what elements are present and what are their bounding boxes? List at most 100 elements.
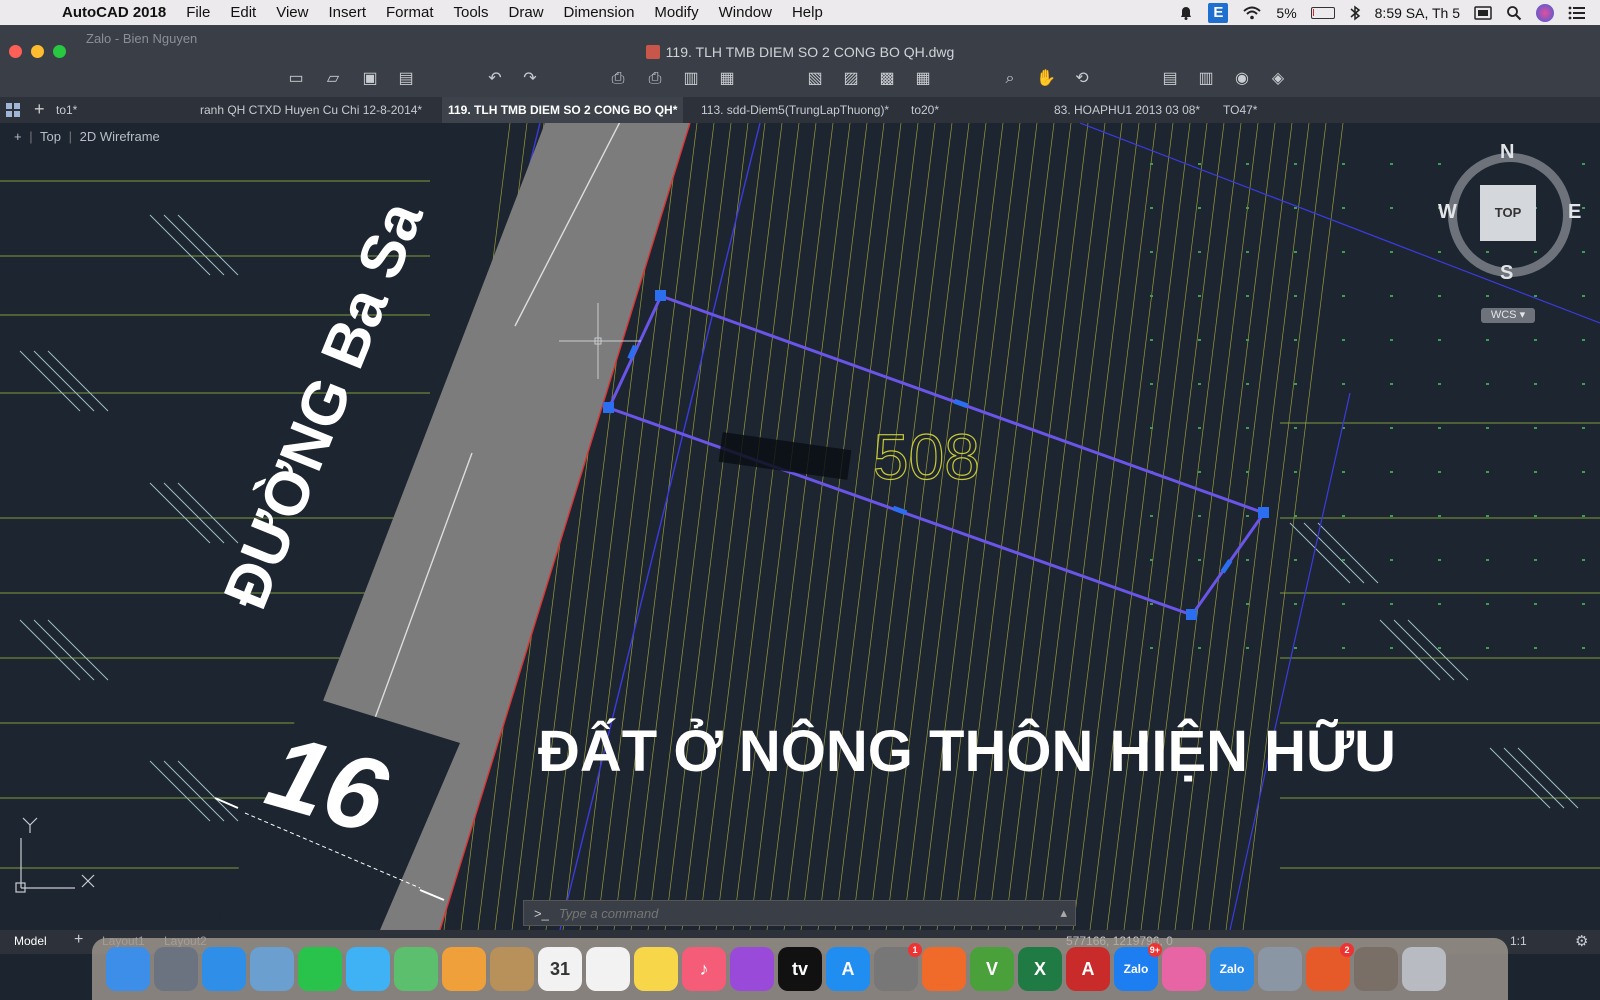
layer-isolate-icon[interactable]: ▥	[1196, 69, 1216, 89]
save-icon[interactable]: ▣	[360, 69, 380, 89]
compass-east[interactable]: E	[1568, 201, 1581, 224]
save-as-icon[interactable]: ▤	[396, 69, 416, 89]
dock-app-reminders-icon[interactable]	[586, 947, 630, 991]
dock-app-contacts-icon[interactable]	[490, 947, 534, 991]
tab-sdd-diem5[interactable]: 113. sdd-Diem5(TrungLapThuong)*	[701, 97, 889, 123]
drawing-viewport[interactable]: 508 16 ĐƯỜNG Ba Sa ĐẤT Ở NÔNG THÔN HIỆN …	[0, 123, 1600, 930]
layer-state-icon[interactable]: ◉	[1232, 69, 1252, 89]
siri-icon[interactable]	[1536, 3, 1554, 22]
dock-app-facetime-icon[interactable]	[298, 947, 342, 991]
grip-bottom-right[interactable]	[1186, 609, 1197, 620]
input-source-icon[interactable]: E	[1208, 2, 1229, 23]
tab-ranh-qh[interactable]: ranh QH CTXD Huyen Cu Chi 12-8-2014*	[200, 97, 422, 123]
dock-app-excel-icon[interactable]: X	[1018, 947, 1062, 991]
menu-format[interactable]: Format	[376, 4, 444, 21]
dock-app-system-preferences-icon[interactable]: 1	[874, 943, 922, 991]
menu-window[interactable]: Window	[709, 4, 782, 21]
menu-dimension[interactable]: Dimension	[554, 4, 645, 21]
visual-style-label[interactable]: 2D Wireframe	[80, 129, 160, 144]
dock-app-screen-icon[interactable]	[1162, 947, 1206, 991]
dock-app-finder-icon[interactable]	[106, 947, 150, 991]
undo-icon[interactable]: ↶	[485, 69, 505, 89]
plot-preview-icon[interactable]: ▥	[681, 69, 701, 89]
tab-grid-menu-icon[interactable]	[6, 103, 20, 117]
tool-palettes-icon[interactable]: ▦	[913, 69, 933, 89]
compass-south[interactable]: S	[1500, 262, 1513, 285]
grip-bottom-left[interactable]	[603, 402, 614, 413]
spotlight-search-icon[interactable]	[1506, 5, 1522, 21]
notification-bell-icon[interactable]	[1178, 5, 1194, 21]
dock-app-safari-icon[interactable]	[202, 947, 246, 991]
pan-hand-icon[interactable]: ✋	[1036, 69, 1056, 89]
dock-app-messages-icon[interactable]	[346, 947, 390, 991]
dock-app-app-store-icon[interactable]: A	[826, 947, 870, 991]
grip-top-left[interactable]	[655, 290, 666, 301]
dock-app-autocad-icon[interactable]: A	[1066, 947, 1110, 991]
grip-mid-top[interactable]	[953, 398, 969, 409]
dock-app-calendar-icon[interactable]: 31	[538, 947, 582, 991]
wifi-icon[interactable]	[1242, 5, 1262, 21]
new-file-icon[interactable]: ▭	[286, 69, 306, 89]
properties-icon[interactable]: ▧	[805, 69, 825, 89]
dock-app-microsoft-office-icon[interactable]: 2	[1306, 943, 1354, 991]
orbit-icon[interactable]: ⟲	[1072, 69, 1092, 89]
bluetooth-icon[interactable]	[1349, 5, 1361, 21]
viewcube-top-face[interactable]: TOP	[1480, 185, 1536, 241]
dock-app-zalo-pc-icon[interactable]: Zalo	[1210, 947, 1254, 991]
tab-to20[interactable]: to20*	[911, 97, 939, 123]
menu-help[interactable]: Help	[782, 4, 833, 21]
menu-file[interactable]: File	[176, 4, 220, 21]
dock-app-trash-icon[interactable]	[1402, 947, 1446, 991]
dock-app-notes-icon[interactable]	[634, 947, 678, 991]
compass-west[interactable]: W	[1438, 201, 1457, 224]
dock-app-brave-icon[interactable]	[922, 947, 966, 991]
tab-to1[interactable]: to1*	[56, 97, 77, 123]
dock-app-music-icon[interactable]: ♪	[682, 947, 726, 991]
display-icon[interactable]	[1474, 5, 1492, 21]
redo-icon[interactable]: ↷	[520, 69, 540, 89]
menu-app-name[interactable]: AutoCAD 2018	[58, 4, 176, 21]
layer-properties-icon[interactable]: ▤	[1160, 69, 1180, 89]
add-layout-plus-icon[interactable]: +	[74, 931, 83, 949]
compass-north[interactable]: N	[1500, 141, 1514, 164]
menu-draw[interactable]: Draw	[499, 4, 554, 21]
battery-icon[interactable]	[1310, 6, 1335, 19]
tab-hoaphu1[interactable]: 83. HOAPHU1 2013 03 08*	[1054, 97, 1200, 123]
command-prompt-icon[interactable]: >_	[524, 906, 559, 921]
dock-app-folder-icon[interactable]	[1354, 947, 1398, 991]
viewport-menu-plus[interactable]: +	[14, 129, 22, 144]
tab-to47[interactable]: TO47*	[1223, 97, 1257, 123]
tab-active-drawing[interactable]: 119. TLH TMB DIEM SO 2 CONG BO QH*	[442, 97, 684, 123]
dock-app-image-capture-icon[interactable]	[1258, 947, 1302, 991]
publish-icon[interactable]: ▦	[717, 69, 737, 89]
grip-mid-bottom[interactable]	[892, 505, 908, 516]
menu-insert[interactable]: Insert	[318, 4, 376, 21]
menu-view[interactable]: View	[266, 4, 318, 21]
notification-center-icon[interactable]	[1568, 5, 1586, 21]
menubar-clock[interactable]: 8:59 SA, Th 5	[1375, 5, 1460, 21]
menu-edit[interactable]: Edit	[220, 4, 266, 21]
grip-top-right[interactable]	[1258, 507, 1269, 518]
new-tab-plus-icon[interactable]: +	[34, 97, 45, 121]
view-name-label[interactable]: Top	[40, 129, 61, 144]
sheet-set-icon[interactable]: ▨	[841, 69, 861, 89]
open-file-icon[interactable]: ▱	[323, 69, 343, 89]
command-history-arrow-icon[interactable]: ▴	[1060, 905, 1075, 921]
design-center-icon[interactable]: ▩	[877, 69, 897, 89]
viewcube[interactable]: TOP N S W E	[1438, 141, 1581, 285]
command-input[interactable]	[558, 905, 999, 921]
settings-gear-icon[interactable]: ⚙	[1575, 932, 1588, 950]
batch-plot-icon[interactable]: ⎙	[645, 69, 665, 89]
dock-app-vectorworks-icon[interactable]: V	[970, 947, 1014, 991]
grip-mid-right[interactable]	[1220, 559, 1233, 574]
match-layer-icon[interactable]: ◈	[1268, 69, 1288, 89]
dock-app-preview-icon[interactable]	[250, 947, 294, 991]
dock-app-launchpad-icon[interactable]	[154, 947, 198, 991]
dock-app-zalo-icon[interactable]: Zalo 9+	[1114, 943, 1162, 991]
menu-tools[interactable]: Tools	[444, 4, 499, 21]
dock-app-podcasts-icon[interactable]	[730, 947, 774, 991]
model-tab[interactable]: Model	[14, 934, 47, 948]
dock-app-maps-icon[interactable]	[394, 947, 438, 991]
annotation-scale[interactable]: 1:1	[1510, 934, 1527, 948]
drawing-canvas[interactable]: 508 16 ĐƯỜNG Ba Sa ĐẤT Ở NÔNG THÔN HIỆN …	[0, 123, 1600, 930]
